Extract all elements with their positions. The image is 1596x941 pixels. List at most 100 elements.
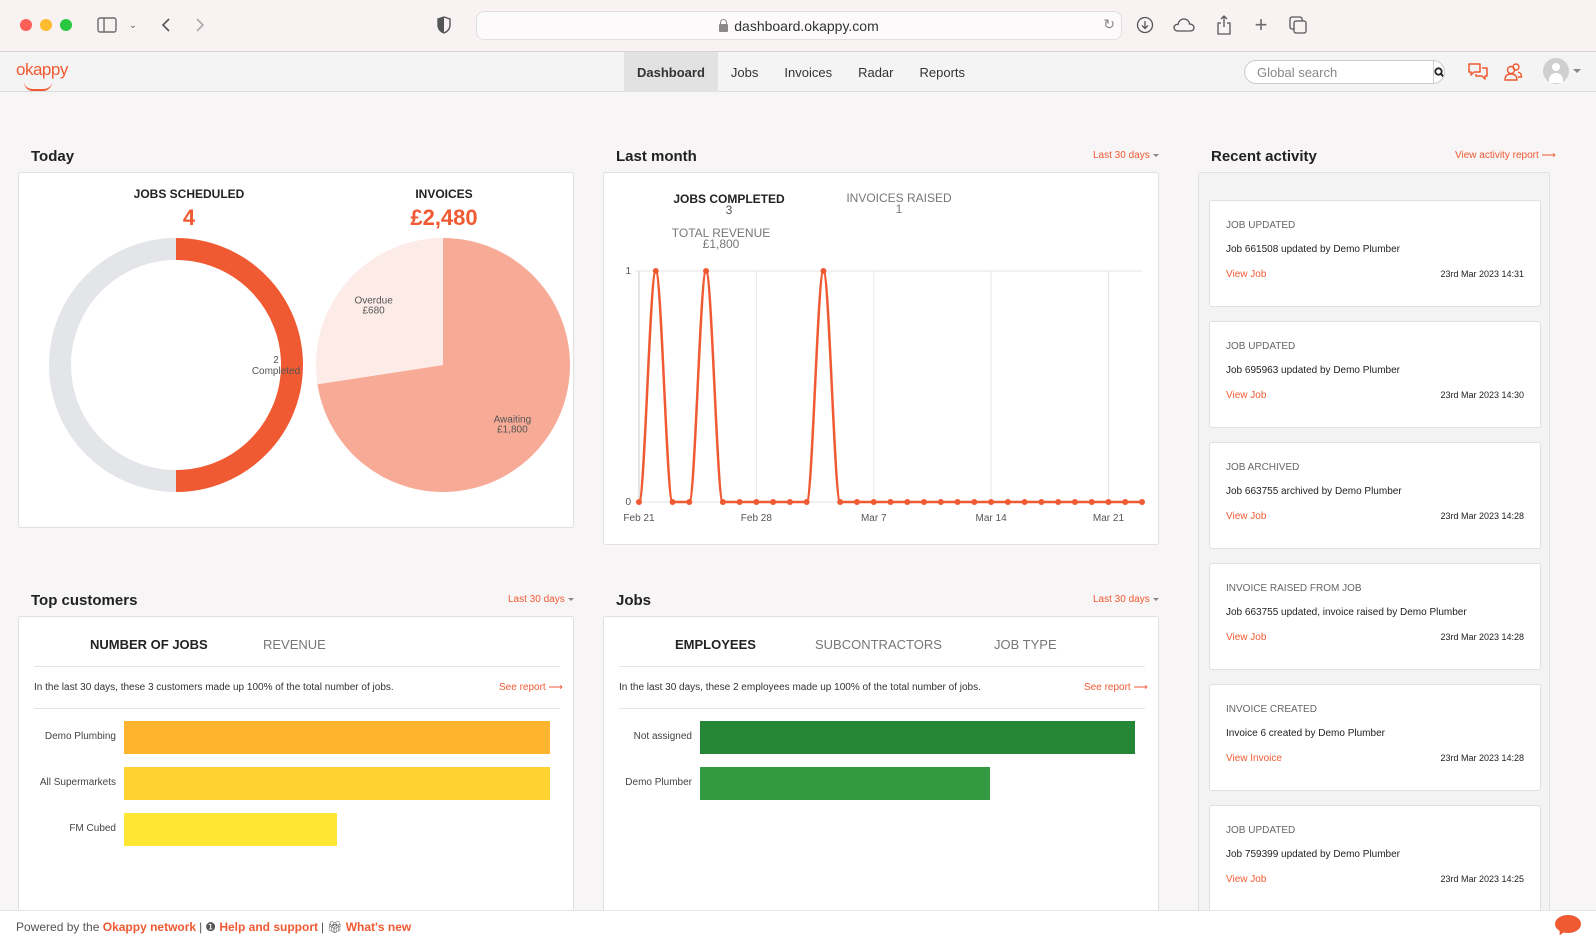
recent-activity-panel: JOB UPDATED Job 661508 updated by Demo P…	[1198, 172, 1550, 912]
activity-timestamp: 23rd Mar 2023 14:28	[1440, 632, 1524, 642]
help-and-support-link[interactable]: Help and support	[219, 920, 318, 934]
data-point	[1071, 499, 1078, 505]
nav-reports[interactable]: Reports	[907, 52, 979, 92]
today-title: Today	[31, 148, 75, 165]
contacts-icon[interactable]	[1503, 62, 1525, 82]
nav-radar[interactable]: Radar	[845, 52, 906, 92]
top-customers-range-dropdown[interactable]: Last 30 days	[508, 594, 574, 605]
y-tick-label: 0	[625, 497, 631, 508]
activity-timestamp: 23rd Mar 2023 14:25	[1440, 874, 1524, 884]
donut-label-value: 2	[273, 355, 279, 366]
global-search-input[interactable]	[1245, 61, 1433, 83]
last-month-range-dropdown[interactable]: Last 30 days	[1093, 150, 1159, 161]
bar[interactable]	[700, 767, 990, 800]
okappy-network-link[interactable]: Okappy network	[103, 920, 196, 934]
tab-employees[interactable]: EMPLOYEES	[675, 621, 756, 667]
avatar-caret-icon[interactable]	[1573, 69, 1581, 73]
y-tick-label: 1	[625, 266, 631, 277]
activity-view-link[interactable]: View Job	[1226, 269, 1266, 280]
browser-toolbar: ⌄ dashboard.okappy.com ↻ +	[0, 0, 1596, 52]
jobs-completed-line-chart: Feb 21 Feb 28 Mar 7 Mar 14 Mar 21 0 1	[623, 266, 1145, 524]
nav-invoices[interactable]: Invoices	[771, 52, 845, 92]
top-customers-see-report-link[interactable]: See report ⟶	[499, 682, 563, 693]
search-button[interactable]	[1433, 61, 1444, 83]
okappy-logo[interactable]: okappy	[16, 60, 68, 80]
view-activity-report-link[interactable]: View activity report ⟶	[1455, 150, 1556, 161]
bar[interactable]	[124, 767, 550, 800]
sidebar-toggle-icon[interactable]	[96, 14, 118, 36]
chevron-down-icon[interactable]: ⌄	[126, 14, 140, 36]
x-tick-label: Mar 14	[976, 513, 1008, 524]
activity-type: JOB UPDATED	[1226, 825, 1296, 836]
maximize-window-button[interactable]	[60, 19, 72, 31]
arrow-right-icon: ⟶	[548, 682, 563, 693]
close-window-button[interactable]	[20, 19, 32, 31]
data-point	[887, 499, 894, 505]
footer-text: Powered by the Okappy network | ❶ Help and…	[16, 920, 411, 934]
data-point	[1105, 499, 1112, 505]
download-icon[interactable]	[1135, 14, 1155, 36]
data-point	[703, 268, 710, 274]
jobs-range-dropdown[interactable]: Last 30 days	[1093, 594, 1159, 605]
data-point	[971, 499, 978, 505]
forward-icon[interactable]	[192, 14, 208, 36]
whats-new-link[interactable]: What's new	[346, 920, 412, 934]
icloud-icon[interactable]	[1172, 14, 1196, 36]
address-bar[interactable]: dashboard.okappy.com ↻	[476, 11, 1122, 40]
nav-dashboard[interactable]: Dashboard	[624, 52, 718, 92]
user-avatar-icon[interactable]	[1543, 58, 1569, 84]
data-point	[686, 499, 693, 505]
minimize-window-button[interactable]	[40, 19, 52, 31]
caret-down-icon	[1152, 153, 1159, 157]
activity-item: JOB ARCHIVED Job 663755 archived by Demo…	[1209, 442, 1541, 549]
tab-number-of-jobs[interactable]: NUMBER OF JOBS	[90, 621, 208, 667]
data-point	[904, 499, 911, 505]
messages-icon[interactable]	[1467, 62, 1489, 82]
data-point	[803, 499, 810, 505]
global-search	[1244, 60, 1445, 84]
activity-timestamp: 23rd Mar 2023 14:28	[1440, 753, 1524, 763]
today-charts: 2CompletedAwaiting£1,800Overdue£680	[49, 238, 570, 493]
jobs-summary: In the last 30 days, these 2 employees m…	[619, 682, 981, 693]
tab-overview-icon[interactable]	[1288, 14, 1308, 36]
data-point	[937, 499, 944, 505]
activity-description: Invoice 6 created by Demo Plumber	[1226, 728, 1385, 739]
activity-description: Job 661508 updated by Demo Plumber	[1226, 244, 1401, 255]
data-point	[652, 268, 659, 274]
tab-revenue[interactable]: REVENUE	[263, 621, 326, 667]
data-point	[719, 499, 726, 505]
data-point	[753, 499, 760, 505]
bar[interactable]	[124, 721, 550, 754]
activity-item: JOB UPDATED Job 695963 updated by Demo P…	[1209, 321, 1541, 428]
reload-icon[interactable]: ↻	[1103, 16, 1115, 33]
data-point	[1004, 499, 1011, 505]
jobs-panel: EMPLOYEES SUBCONTRACTORS JOB TYPE In the…	[603, 616, 1159, 916]
activity-type: INVOICE RAISED FROM JOB	[1226, 583, 1362, 594]
chat-support-icon[interactable]	[1555, 915, 1581, 933]
data-point	[669, 499, 676, 505]
nav-jobs[interactable]: Jobs	[718, 52, 771, 92]
activity-type: JOB ARCHIVED	[1226, 462, 1300, 473]
bar[interactable]	[700, 721, 1135, 754]
tab-subcontractors[interactable]: SUBCONTRACTORS	[815, 621, 942, 667]
privacy-shield-icon[interactable]	[436, 14, 452, 36]
activity-timestamp: 23rd Mar 2023 14:31	[1440, 269, 1524, 279]
activity-view-link[interactable]: View Job	[1226, 874, 1266, 885]
range-label: Last 30 days	[1093, 594, 1150, 605]
activity-view-link[interactable]: View Job	[1226, 632, 1266, 643]
bar[interactable]	[124, 813, 337, 846]
activity-view-link[interactable]: View Invoice	[1226, 753, 1282, 764]
bar-category-label: Not assigned	[633, 731, 692, 742]
search-icon	[1434, 66, 1444, 78]
new-tab-icon[interactable]: +	[1252, 12, 1270, 37]
activity-view-link[interactable]: View Job	[1226, 511, 1266, 522]
activity-view-link[interactable]: View Job	[1226, 390, 1266, 401]
share-icon[interactable]	[1215, 14, 1233, 36]
arrow-right-icon: ⟶	[1541, 150, 1556, 161]
data-point	[770, 499, 777, 505]
back-icon[interactable]	[158, 14, 174, 36]
caret-down-icon	[1152, 597, 1159, 601]
jobs-see-report-link[interactable]: See report ⟶	[1084, 682, 1148, 693]
tab-job-type[interactable]: JOB TYPE	[994, 621, 1057, 667]
top-customers-panel: NUMBER OF JOBS REVENUE In the last 30 da…	[18, 616, 574, 916]
